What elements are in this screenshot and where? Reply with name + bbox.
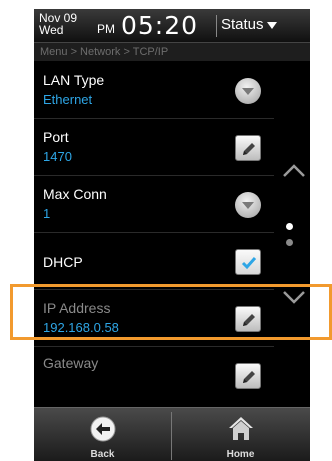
pencil-icon <box>243 371 255 383</box>
dropdown-button[interactable] <box>235 78 261 104</box>
clock: 05:20 <box>121 11 199 40</box>
dropdown-button[interactable] <box>235 192 261 218</box>
setting-label: Max Conn <box>43 186 107 202</box>
back-arrow-icon <box>90 416 116 442</box>
setting-row-gateway[interactable]: Gateway <box>34 347 274 404</box>
back-label: Back <box>90 449 115 460</box>
dhcp-checkbox[interactable] <box>235 249 261 275</box>
status-bar: Nov 09 Wed PM 05:20 Status <box>34 9 310 43</box>
setting-value: 1470 <box>43 149 72 164</box>
checkmark-icon <box>241 257 257 270</box>
status-dropdown-button[interactable]: Status <box>221 16 277 33</box>
setting-label: Gateway <box>43 355 99 371</box>
scroll-position-dot-active <box>286 223 293 230</box>
setting-row-dhcp[interactable]: DHCP <box>34 233 274 290</box>
setting-label: Port <box>43 129 69 145</box>
edit-button[interactable] <box>235 135 261 161</box>
status-divider <box>216 15 217 37</box>
setting-row-port[interactable]: Port 1470 <box>34 119 274 176</box>
home-button[interactable]: Home <box>172 408 309 461</box>
home-icon <box>229 417 253 440</box>
breadcrumb: Menu > Network > TCP/IP <box>34 43 310 61</box>
setting-row-lan-type[interactable]: LAN Type Ethernet <box>34 62 274 119</box>
status-label: Status <box>221 16 264 33</box>
highlight-box <box>10 284 332 340</box>
date: Nov 09 Wed <box>39 12 77 36</box>
device-screen: Nov 09 Wed PM 05:20 Status Menu > Networ… <box>34 9 310 461</box>
scroll-position-dot <box>286 239 293 246</box>
home-label: Home <box>226 449 255 460</box>
back-button[interactable]: Back <box>34 408 171 461</box>
setting-value: Ethernet <box>43 92 93 107</box>
setting-label: LAN Type <box>43 72 105 88</box>
setting-row-max-conn[interactable]: Max Conn 1 <box>34 176 274 233</box>
chevron-up-icon <box>283 164 305 177</box>
setting-value: 1 <box>43 206 51 221</box>
bottom-nav-bar: Back Home <box>34 407 310 461</box>
setting-label: DHCP <box>43 254 83 270</box>
scroll-up-button[interactable] <box>283 163 305 182</box>
ampm: PM <box>97 22 115 36</box>
date-weekday: Wed <box>39 23 64 37</box>
chevron-down-icon <box>242 202 254 209</box>
pencil-icon <box>243 143 255 155</box>
chevron-down-icon <box>242 88 254 95</box>
dropdown-arrow-icon <box>266 21 277 29</box>
edit-button[interactable] <box>235 363 261 389</box>
